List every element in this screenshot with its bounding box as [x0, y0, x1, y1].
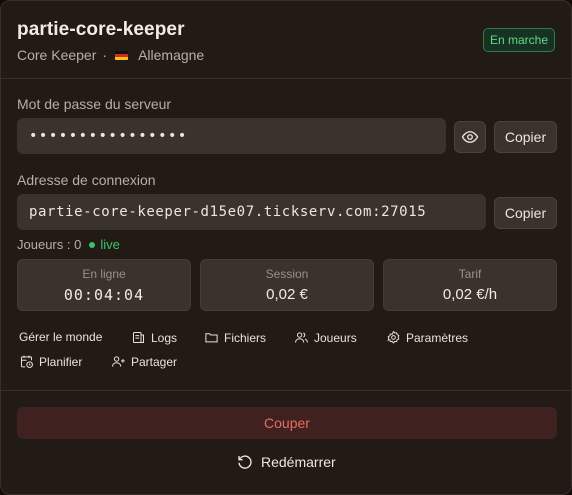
stat-uptime: En ligne 00:04:04: [17, 259, 191, 311]
calendar-clock-icon: [21, 355, 33, 368]
eye-icon: [461, 131, 479, 143]
stat-value: 0,02 €: [266, 286, 308, 303]
restart-icon: [238, 455, 252, 469]
server-location: Allemagne: [138, 47, 205, 63]
players-button[interactable]: Joueurs: [294, 330, 357, 345]
settings-label: Paramètres: [406, 330, 469, 345]
stat-value: 00:04:04: [63, 286, 145, 304]
logs-button[interactable]: Logs: [131, 330, 177, 345]
user-plus-icon: [112, 356, 125, 367]
schedule-button[interactable]: Planifier: [19, 354, 82, 369]
stat-rate: Tarif 0,02 €/h: [383, 259, 557, 311]
status-badge: En marche: [482, 28, 555, 52]
files-button[interactable]: Fichiers: [204, 330, 266, 345]
server-card: partie-core-keeper Core Keeper · Allemag…: [0, 0, 572, 495]
copy-password-button[interactable]: Copier: [494, 121, 557, 153]
stop-button[interactable]: Couper: [17, 407, 557, 439]
server-header: partie-core-keeper Core Keeper · Allemag…: [17, 19, 555, 63]
share-label: Partager: [131, 354, 178, 369]
stat-label: Tarif: [458, 267, 482, 281]
live-label: live: [100, 237, 120, 252]
players-label: Joueurs: [314, 330, 357, 345]
manage-world-label: Gérer le monde: [19, 330, 103, 344]
schedule-label: Planifier: [39, 354, 83, 369]
folder-icon: [205, 333, 218, 343]
show-password-button[interactable]: [454, 121, 486, 153]
connection-label: Adresse de connexion: [17, 172, 156, 188]
password-field[interactable]: ••••••••••••••••: [17, 118, 446, 154]
players-count: Joueurs : 0: [17, 237, 82, 252]
stat-value: 0,02 €/h: [442, 286, 498, 303]
flag-germany-icon: [115, 50, 129, 60]
players-status: Joueurs : 0 live: [17, 237, 120, 252]
stat-label: Session: [265, 267, 309, 281]
server-name: partie-core-keeper: [17, 19, 185, 40]
stat-label: En ligne: [82, 267, 126, 281]
stat-session: Session 0,02 €: [200, 259, 374, 311]
settings-button[interactable]: Paramètres: [386, 330, 468, 345]
header-divider: [1, 78, 571, 79]
game-name: Core Keeper: [17, 47, 97, 63]
logs-label: Logs: [151, 330, 178, 345]
copy-address-button[interactable]: Copier: [494, 197, 557, 229]
connection-address-field[interactable]: partie-core-keeper-d15e07.tickserv.com:2…: [17, 194, 486, 230]
restart-label: Redémarrer: [261, 454, 336, 470]
password-label: Mot de passe du serveur: [17, 96, 172, 112]
live-dot: [89, 241, 96, 248]
server-subtitle: Core Keeper · Allemagne: [17, 47, 555, 63]
subtitle-separator: ·: [102, 47, 108, 63]
share-button[interactable]: Partager: [111, 354, 177, 369]
files-label: Fichiers: [224, 330, 267, 345]
users-icon: [295, 332, 308, 343]
actions-divider: [1, 390, 571, 391]
manage-world-button[interactable]: Gérer le monde: [19, 330, 102, 344]
restart-button[interactable]: Redémarrer: [236, 453, 336, 471]
gear-icon: [387, 330, 400, 344]
logs-icon: [133, 332, 144, 343]
